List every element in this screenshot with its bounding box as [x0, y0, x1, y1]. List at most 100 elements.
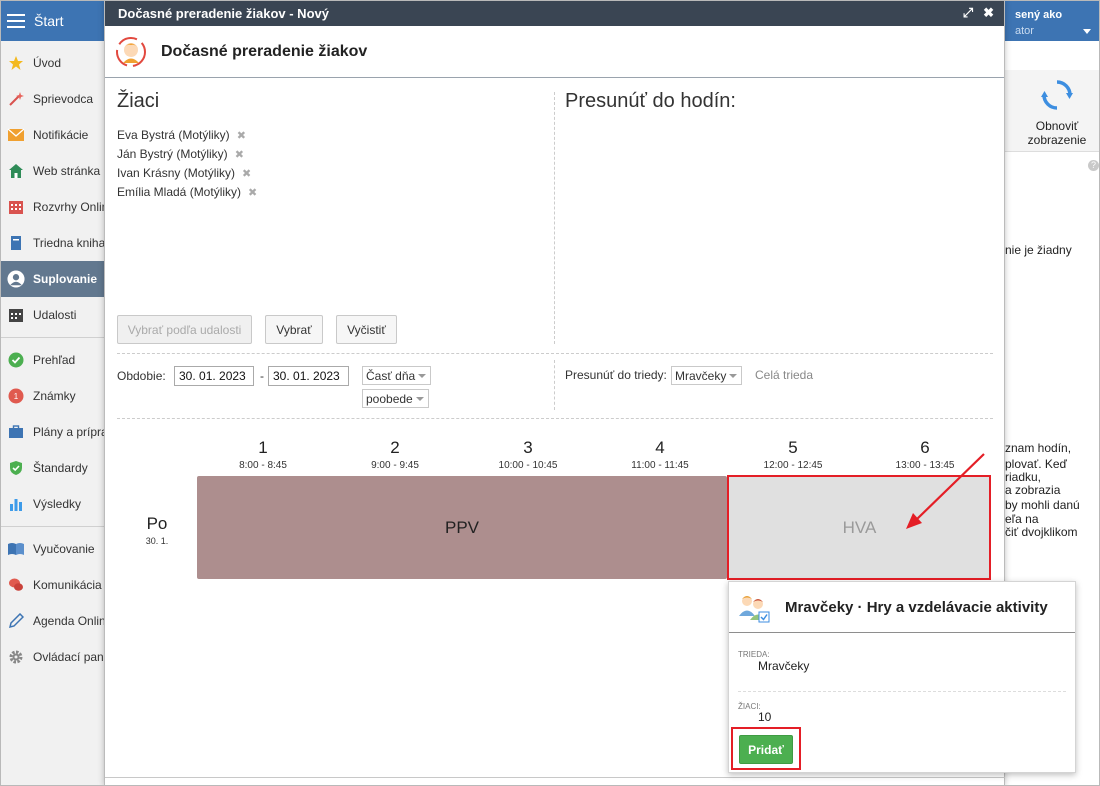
move-to-class-label: Presunúť do triedy:: [565, 368, 667, 382]
house-icon: [7, 162, 25, 180]
refresh-label-2: zobrazenie: [1027, 133, 1087, 147]
start-menu-button[interactable]: Štart: [1, 1, 104, 41]
right-toolbar: Obnoviť zobrazenie: [1005, 70, 1099, 152]
part-of-day-text: Časť dňa: [366, 368, 416, 383]
clear-button[interactable]: Vyčistiť: [336, 315, 397, 344]
sidebar-item-label: Triedna kniha: [33, 236, 105, 250]
period-header: 5 12:00 - 12:45: [727, 438, 859, 471]
sidebar-item-vysledky[interactable]: Výsledky: [1, 486, 104, 522]
part-value-select[interactable]: poobede: [362, 389, 429, 408]
sidebar-item-suplovanie[interactable]: Suplovanie: [1, 261, 104, 297]
sidebar-divider: [1, 337, 104, 338]
sidebar-item-plany[interactable]: Plány a prípra: [1, 414, 104, 450]
sidebar-item-rozvrhy[interactable]: Rozvrhy Onlin: [1, 189, 104, 225]
date-to-input[interactable]: 30. 01. 2023: [268, 366, 349, 386]
sidebar-item-label: Notifikácie: [33, 128, 89, 142]
period-time: 9:00 - 9:45: [371, 460, 419, 471]
user-menu[interactable]: sený ako ator: [1005, 1, 1099, 41]
period-header: 2 9:00 - 9:45: [329, 438, 461, 471]
remove-icon[interactable]: ✖: [242, 167, 251, 180]
refresh-button[interactable]: Obnoviť zobrazenie: [1019, 74, 1095, 147]
remove-icon[interactable]: ✖: [235, 148, 244, 161]
sidebar-item-web-stranka[interactable]: Web stránka: [1, 153, 104, 189]
day-name: Po: [146, 514, 168, 533]
background-help-line: čiť dvojklikom: [1005, 525, 1078, 539]
background-help-line: a zobrazia: [1005, 483, 1061, 497]
hamburger-icon: [7, 14, 25, 28]
background-help-line: by mohli danú: [1005, 498, 1080, 512]
sidebar-item-label: Vyučovanie: [33, 542, 95, 556]
remove-icon[interactable]: ✖: [248, 186, 257, 199]
chevron-down-icon: [1083, 29, 1091, 34]
dialog-titlebar[interactable]: Dočasné preradenie žiakov - Nový ⤢ ✖: [105, 0, 1004, 26]
book-icon: [7, 234, 25, 252]
day-label: Po 30. 1.: [135, 514, 179, 546]
popup-title: Mravčeky · Hry a vzdelávacie aktivity: [785, 598, 1048, 616]
left-sidebar: Štart Úvod Sprievodca Notifikácie Web st…: [1, 1, 105, 785]
dialog-title: Dočasné preradenie žiakov: [161, 42, 368, 60]
envelope-icon: [7, 126, 25, 144]
move-to-lessons-panel: Presunúť do hodín:: [565, 90, 985, 113]
section-divider: [117, 353, 993, 354]
sidebar-item-label: Prehľad: [33, 353, 76, 367]
students-list: Eva Bystrá (Motýliky) ✖ Ján Bystrý (Motýl…: [117, 127, 537, 200]
chat-icon: [7, 576, 25, 594]
background-help-line: eľa na: [1005, 512, 1039, 526]
class-field-value: Mravčeky: [758, 659, 810, 673]
date-from-input[interactable]: 30. 01. 2023: [174, 366, 254, 386]
highlight-box: [727, 475, 991, 580]
chevron-down-icon: [418, 374, 426, 378]
lesson-ppv[interactable]: PPV: [197, 476, 727, 579]
sidebar-item-notifikacie[interactable]: Notifikácie: [1, 117, 104, 153]
sidebar-item-agenda[interactable]: Agenda Onlin: [1, 603, 104, 639]
period-number: 5: [788, 438, 798, 457]
close-icon[interactable]: ✖: [983, 5, 994, 21]
part-of-day-select[interactable]: Časť dňa: [362, 366, 431, 385]
sidebar-item-standardy[interactable]: Štandardy: [1, 450, 104, 486]
check-circle-icon: [7, 351, 25, 369]
sidebar-item-ovladaci-panel[interactable]: Ovládací pan: [1, 639, 104, 675]
star-icon: [7, 54, 25, 72]
part-value-text: poobede: [366, 391, 413, 406]
chevron-down-icon: [416, 397, 424, 401]
target-class-text: Mravčeky: [675, 368, 727, 383]
popup-divider: [738, 691, 1066, 692]
sidebar-item-uvod[interactable]: Úvod: [1, 45, 104, 81]
sidebar-item-triedna-kniha[interactable]: Triedna kniha: [1, 225, 104, 261]
sidebar-item-label: Ovládací pan: [33, 650, 104, 664]
sidebar-item-prehlad[interactable]: Prehľad: [1, 342, 104, 378]
period-header: 1 8:00 - 8:45: [197, 438, 329, 471]
remove-icon[interactable]: ✖: [237, 129, 246, 142]
column-divider: [554, 92, 555, 344]
target-class-select[interactable]: Mravčeky: [671, 366, 742, 385]
select-button[interactable]: Vybrať: [265, 315, 323, 344]
sidebar-item-udalosti[interactable]: Udalosti: [1, 297, 104, 333]
sidebar-item-label: Agenda Onlin: [33, 614, 105, 628]
chevron-down-icon: [729, 374, 737, 378]
day-date: 30. 1.: [145, 536, 169, 546]
list-item: Ivan Krásny (Motýliky) ✖: [117, 165, 537, 181]
dialog-header: Dočasné preradenie žiakov: [105, 26, 1004, 78]
sidebar-item-sprievodca[interactable]: Sprievodca: [1, 81, 104, 117]
student-name: Ivan Krásny (Motýliky): [117, 166, 236, 180]
help-icon[interactable]: ?: [1088, 160, 1099, 171]
start-label: Štart: [34, 13, 64, 29]
period-time: 8:00 - 8:45: [239, 460, 287, 471]
open-book-icon: [7, 540, 25, 558]
calendar-grid-icon: [7, 198, 25, 216]
popup-header: Mravčeky · Hry a vzdelávacie aktivity: [729, 582, 1075, 633]
list-item: Eva Bystrá (Motýliky) ✖: [117, 127, 537, 143]
whole-class-link[interactable]: Celá trieda: [755, 368, 813, 382]
maximize-icon[interactable]: ⤢: [963, 5, 973, 21]
period-number: 6: [920, 438, 930, 457]
select-by-event-button[interactable]: Vybrať podľa udalosti: [117, 315, 252, 344]
period-time: 11:00 - 11:45: [631, 460, 689, 471]
student-name: Emília Mladá (Motýliky): [117, 185, 242, 199]
sidebar-item-komunikacia[interactable]: Komunikácia: [1, 567, 104, 603]
sidebar-item-label: Udalosti: [33, 308, 77, 322]
sidebar-item-vyucovanie[interactable]: Vyučovanie: [1, 531, 104, 567]
sidebar-item-label: Štandardy: [33, 461, 88, 475]
sidebar-item-label: Web stránka: [33, 164, 101, 178]
sidebar-item-znamky[interactable]: 1 Známky: [1, 378, 104, 414]
period-header: 3 10:00 - 10:45: [462, 438, 594, 471]
